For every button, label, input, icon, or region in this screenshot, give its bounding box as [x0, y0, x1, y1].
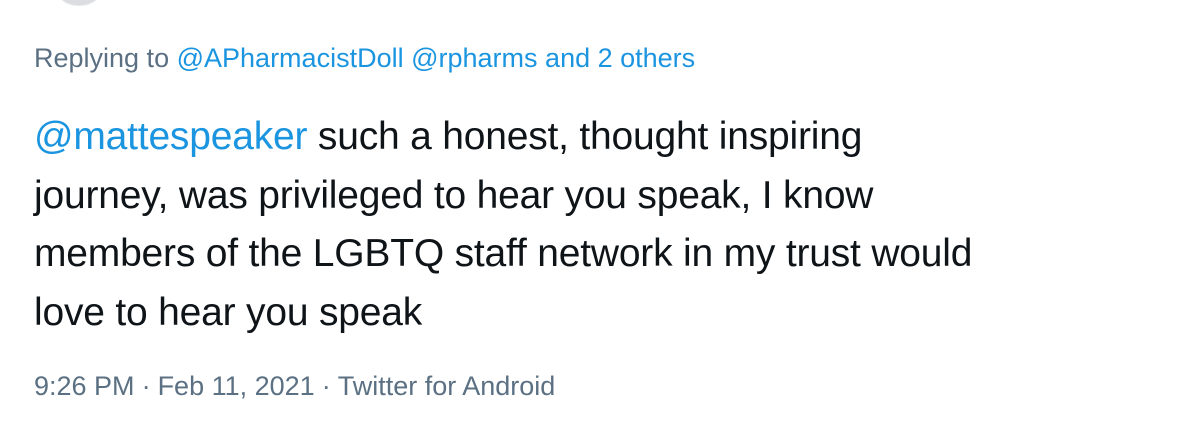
tweet-timestamp-date[interactable]: Feb 11, 2021: [158, 371, 315, 401]
replying-to-label: Replying to: [34, 43, 170, 73]
reply-handle-rpharms[interactable]: @rpharms: [411, 43, 537, 73]
replying-to-line: Replying to @APharmacistDoll @rpharms an…: [34, 40, 695, 76]
tweet-text-line: @mattespeaker such a honest, thought ins…: [34, 108, 1164, 167]
tweet-text-segment: such a honest, thought inspiring: [307, 115, 863, 158]
tweet-metadata: 9:26 PM · Feb 11, 2021 · Twitter for Android: [34, 368, 555, 404]
reply-others-link[interactable]: and 2 others: [545, 43, 695, 73]
tweet-timestamp-time[interactable]: 9:26 PM: [34, 371, 135, 401]
mention-mattespeaker[interactable]: @mattespeaker: [34, 115, 307, 158]
reply-handle-apharmacistdoll[interactable]: @APharmacistDoll: [177, 43, 404, 73]
tweet-text-line: members of the LGBTQ staff network in my…: [34, 232, 973, 275]
metadata-separator: ·: [321, 371, 331, 401]
tweet-text-line: love to hear you speak: [34, 290, 423, 334]
tweet-text-line: journey, was privileged to hear you spea…: [34, 173, 874, 217]
tweet-detail: Replying to @APharmacistDoll @rpharms an…: [0, 0, 1195, 430]
metadata-separator: ·: [141, 371, 151, 401]
avatar[interactable]: [52, 0, 106, 6]
tweet-text: @mattespeaker such a honest, thought ins…: [34, 108, 1164, 342]
tweet-source-link[interactable]: Twitter for Android: [338, 371, 556, 401]
